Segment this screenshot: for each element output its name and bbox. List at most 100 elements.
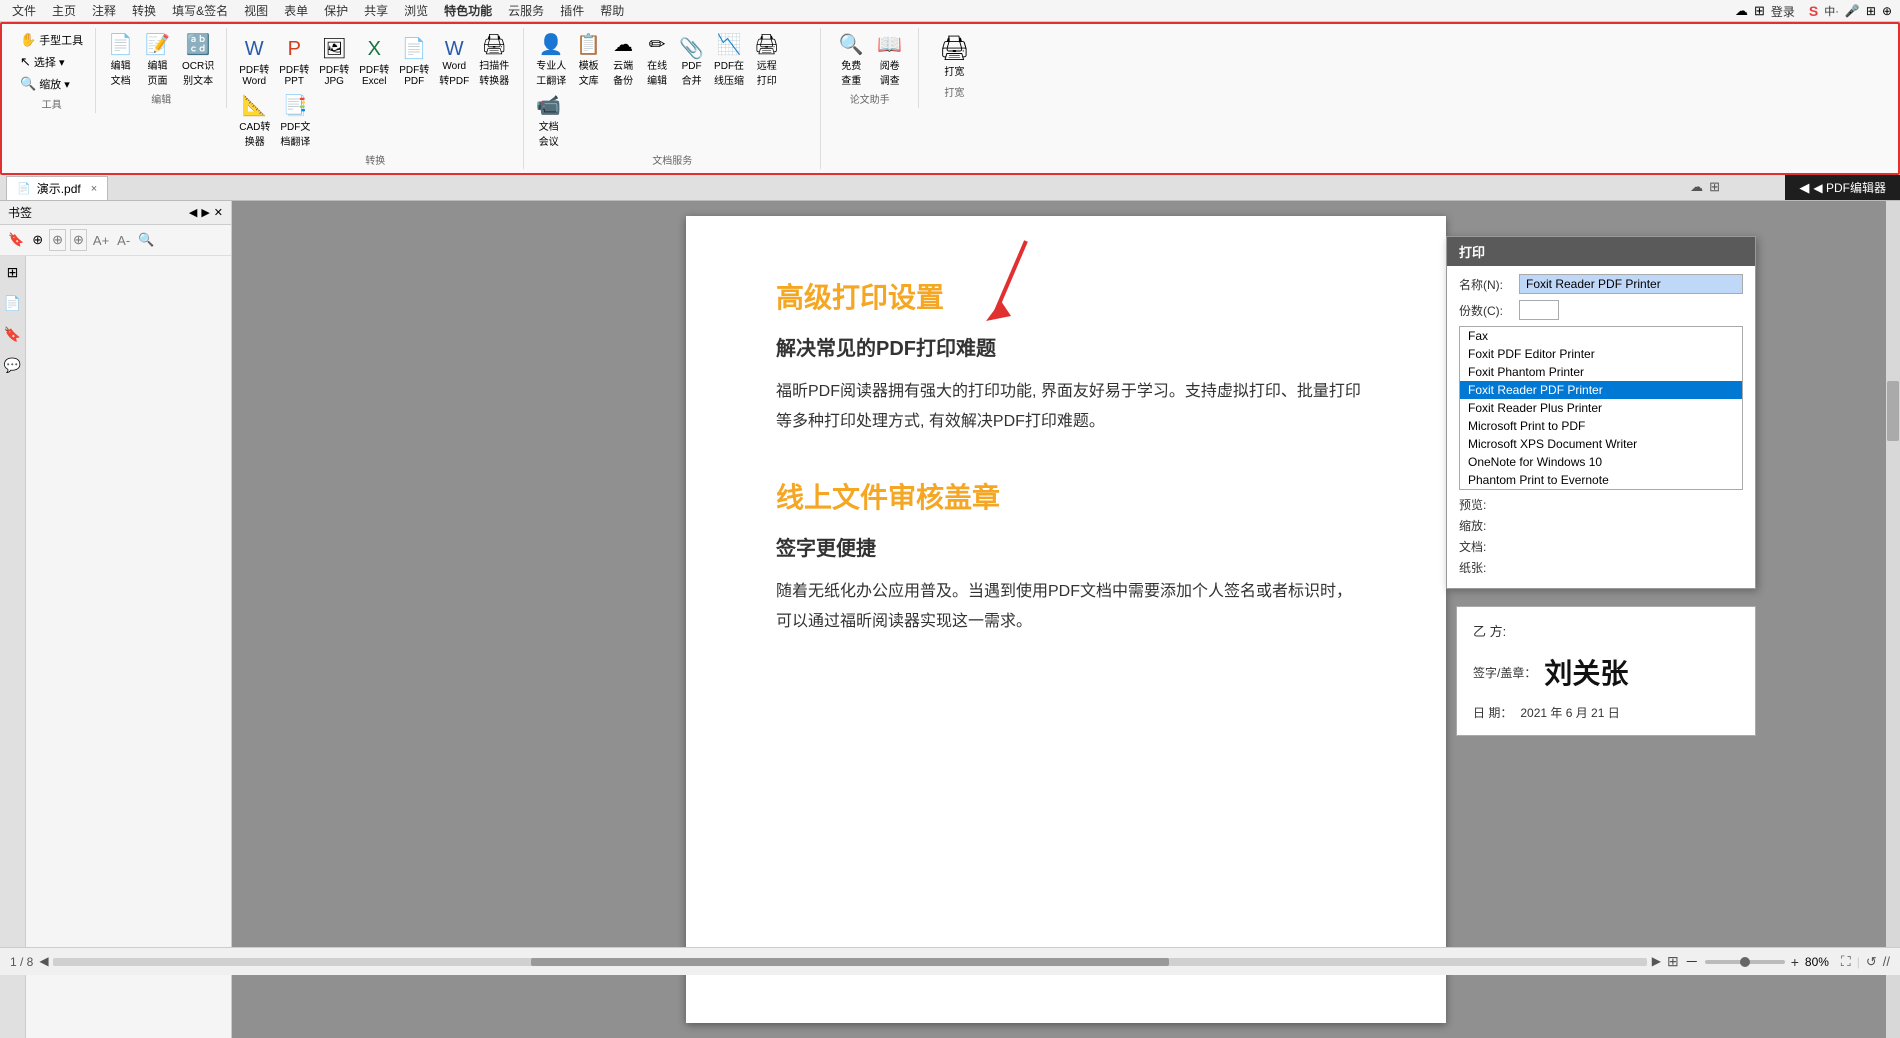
zoom-slider-track[interactable]: [1705, 960, 1785, 964]
pdf-to-ppt-button[interactable]: P PDF转PPT: [275, 36, 313, 89]
login-button[interactable]: 登录: [1771, 3, 1795, 20]
word-to-pdf-button[interactable]: W Word转PDF: [435, 36, 473, 89]
menu-item-plugin[interactable]: 插件: [552, 0, 592, 21]
menu-item-cloud[interactable]: 云服务: [500, 0, 552, 21]
template-library-button[interactable]: 📋 模板文库: [572, 30, 605, 89]
ribbon-section-tools: ✋ 手型工具 ↖ 选择 ▾ 🔍 缩放 ▾ 工具: [8, 28, 96, 113]
tab-close-button[interactable]: ×: [91, 183, 97, 195]
select-tool-button[interactable]: ↖ 选择 ▾: [16, 52, 87, 72]
scroll-right-arrow[interactable]: ▶: [1652, 954, 1661, 968]
menu-item-special[interactable]: 特色功能: [436, 0, 500, 21]
cloud-backup-button[interactable]: ☁ 云端备份: [607, 30, 639, 89]
menu-item-view[interactable]: 视图: [236, 0, 276, 21]
ocr-button[interactable]: 🔡 OCR识别文本: [178, 30, 218, 89]
printer-list-item-foxit-reader[interactable]: Foxit Reader PDF Printer: [1460, 381, 1742, 399]
print-name-input[interactable]: [1519, 274, 1743, 294]
sidebar-left-icon-3[interactable]: 🔖: [4, 326, 21, 343]
sidebar-nav-prev[interactable]: ◀: [189, 206, 197, 219]
printer-list-item-ms-xps[interactable]: Microsoft XPS Document Writer: [1460, 435, 1742, 453]
red-arrow: [966, 231, 1046, 334]
scroll-thumb[interactable]: [1887, 381, 1899, 441]
pdf-compress-button[interactable]: 📉 PDF在线压缩: [710, 30, 748, 89]
sidebar-close-button[interactable]: ✕: [214, 206, 223, 219]
sidebar-bookmark-icon[interactable]: 🔖: [6, 230, 26, 250]
horizontal-scroll-thumb[interactable]: [531, 958, 1168, 966]
sidebar-font-decrease-icon[interactable]: A-: [115, 231, 132, 250]
menu-item-help[interactable]: 帮助: [592, 0, 632, 21]
zoom-plus-button[interactable]: +: [1791, 954, 1799, 970]
menu-item-fillsign[interactable]: 填写&签名: [164, 0, 236, 21]
zoom-slider-thumb[interactable]: [1740, 957, 1750, 967]
edit-label: 编辑: [151, 91, 171, 106]
printer-list-item-ms-pdf[interactable]: Microsoft Print to PDF: [1460, 417, 1742, 435]
sidebar-left-icon-4[interactable]: 💬: [4, 357, 21, 374]
horizontal-scroll-area[interactable]: ▶ ◀: [53, 958, 1647, 966]
sogou-mic-icon[interactable]: 🎤: [1845, 4, 1860, 18]
printer-list-item-foxit-plus[interactable]: Foxit Reader Plus Printer: [1460, 399, 1742, 417]
zoom-tool-button[interactable]: 🔍 缩放 ▾: [16, 74, 87, 94]
section2: 线上文件审核盖章 签字更便捷 随着无纸化办公应用普及。当遇到使用PDF文档中需要…: [776, 476, 1366, 636]
print-copies-input[interactable]: [1519, 300, 1559, 320]
sidebar-add2-icon[interactable]: ⊕: [49, 229, 66, 251]
section2-title: 线上文件审核盖章: [776, 476, 1366, 516]
sidebar-add3-icon[interactable]: ⊕: [70, 229, 87, 251]
menu-item-convert[interactable]: 转换: [124, 0, 164, 21]
edit-doc-button[interactable]: 📄 编辑文档: [104, 30, 137, 89]
doc-meeting-button[interactable]: 📹 文档会议: [532, 91, 565, 150]
pdf-translate-button[interactable]: 📑 PDF文档翻译: [276, 91, 314, 150]
pdf-to-pdf-button[interactable]: 📄 PDF转PDF: [395, 34, 433, 89]
sidebar-left-icon-1[interactable]: ⊞: [7, 264, 19, 281]
sidebar-add-icon[interactable]: ⊕: [30, 230, 45, 250]
sync-icon[interactable]: ⊞: [1754, 3, 1765, 19]
menu-item-share[interactable]: 共享: [356, 0, 396, 21]
fullscreen-icon[interactable]: ⛶: [1841, 953, 1851, 970]
remote-print-button[interactable]: 🖨 远程打印: [750, 30, 783, 89]
printer-list[interactable]: Fax Foxit PDF Editor Printer Foxit Phant…: [1459, 326, 1743, 490]
tab-cloud-icon[interactable]: ☁: [1690, 179, 1703, 195]
hand-tool-button[interactable]: ✋ 手型工具: [16, 30, 87, 50]
sidebar-font-increase-icon[interactable]: A+: [91, 231, 111, 250]
signature-party-row: 乙 方:: [1473, 621, 1739, 640]
cloud-icon[interactable]: ☁: [1735, 3, 1748, 19]
menu-item-file[interactable]: 文件: [4, 0, 44, 21]
pdf-to-jpg-button[interactable]: 🖼 PDF转JPG: [315, 34, 353, 89]
zoom-minus-button[interactable]: －: [1685, 952, 1699, 972]
review-survey-button[interactable]: 📖 阅卷调查: [873, 30, 906, 89]
printer-list-item-fax[interactable]: Fax: [1460, 327, 1742, 345]
notes-icon[interactable]: //: [1883, 954, 1890, 969]
menu-item-protect[interactable]: 保护: [316, 0, 356, 21]
tab-sync-icon[interactable]: ⊞: [1709, 179, 1720, 195]
pdf-merge-button[interactable]: 📎 PDF合并: [675, 34, 708, 89]
printer-list-item-foxit-editor[interactable]: Foxit PDF Editor Printer: [1460, 345, 1742, 363]
vertical-scrollbar[interactable]: [1886, 201, 1900, 1038]
doc-service-label: 文档服务: [652, 152, 692, 167]
pdf-to-word-button[interactable]: W PDF转Word: [235, 36, 273, 89]
pdf-tab[interactable]: 📄 演示.pdf ×: [6, 176, 108, 200]
fit-page-icon[interactable]: ⊞: [1667, 953, 1679, 970]
rotate-icon[interactable]: ↺: [1866, 954, 1877, 970]
scan-convert-button[interactable]: 🖨 扫描件转换器: [475, 30, 513, 89]
pro-translate-button[interactable]: 👤 专业人工翻译: [532, 30, 570, 89]
printer-list-item-phantom-evernote[interactable]: Phantom Print to Evernote: [1460, 471, 1742, 489]
sidebar-left-icon-2[interactable]: 📄: [4, 295, 21, 312]
menu-item-annotate[interactable]: 注释: [84, 0, 124, 21]
menu-item-browse[interactable]: 浏览: [396, 0, 436, 21]
sogou-plus-icon[interactable]: ⊕: [1882, 4, 1892, 18]
sogou-grid-icon[interactable]: ⊞: [1866, 4, 1876, 18]
menu-item-home[interactable]: 主页: [44, 0, 84, 21]
printer-list-item-onenote[interactable]: OneNote for Windows 10: [1460, 453, 1742, 471]
edit-page-button[interactable]: 📝 编辑页面: [141, 30, 174, 89]
print-label: 打宽: [944, 84, 964, 99]
print-button[interactable]: 🖨 打宽: [931, 30, 977, 82]
sidebar-nav-next[interactable]: ▶: [201, 206, 209, 219]
cad-convert-button[interactable]: 📐 CAD转换器: [235, 91, 274, 150]
ribbon-section-print: 🖨 打宽 打宽: [919, 28, 989, 101]
printer-list-item-foxit-phantom[interactable]: Foxit Phantom Printer: [1460, 363, 1742, 381]
ribbon: ✋ 手型工具 ↖ 选择 ▾ 🔍 缩放 ▾ 工具 📄 编辑文档 📝 编辑页面: [0, 22, 1900, 175]
sidebar-search-icon[interactable]: 🔍: [136, 230, 156, 250]
scroll-left-arrow[interactable]: ◀: [39, 954, 48, 968]
plagiarism-check-button[interactable]: 🔍 免费查重: [833, 30, 869, 89]
online-edit-button[interactable]: ✏ 在线编辑: [641, 30, 673, 89]
menu-item-form[interactable]: 表单: [276, 0, 316, 21]
pdf-to-excel-button[interactable]: X PDF转Excel: [355, 36, 393, 89]
